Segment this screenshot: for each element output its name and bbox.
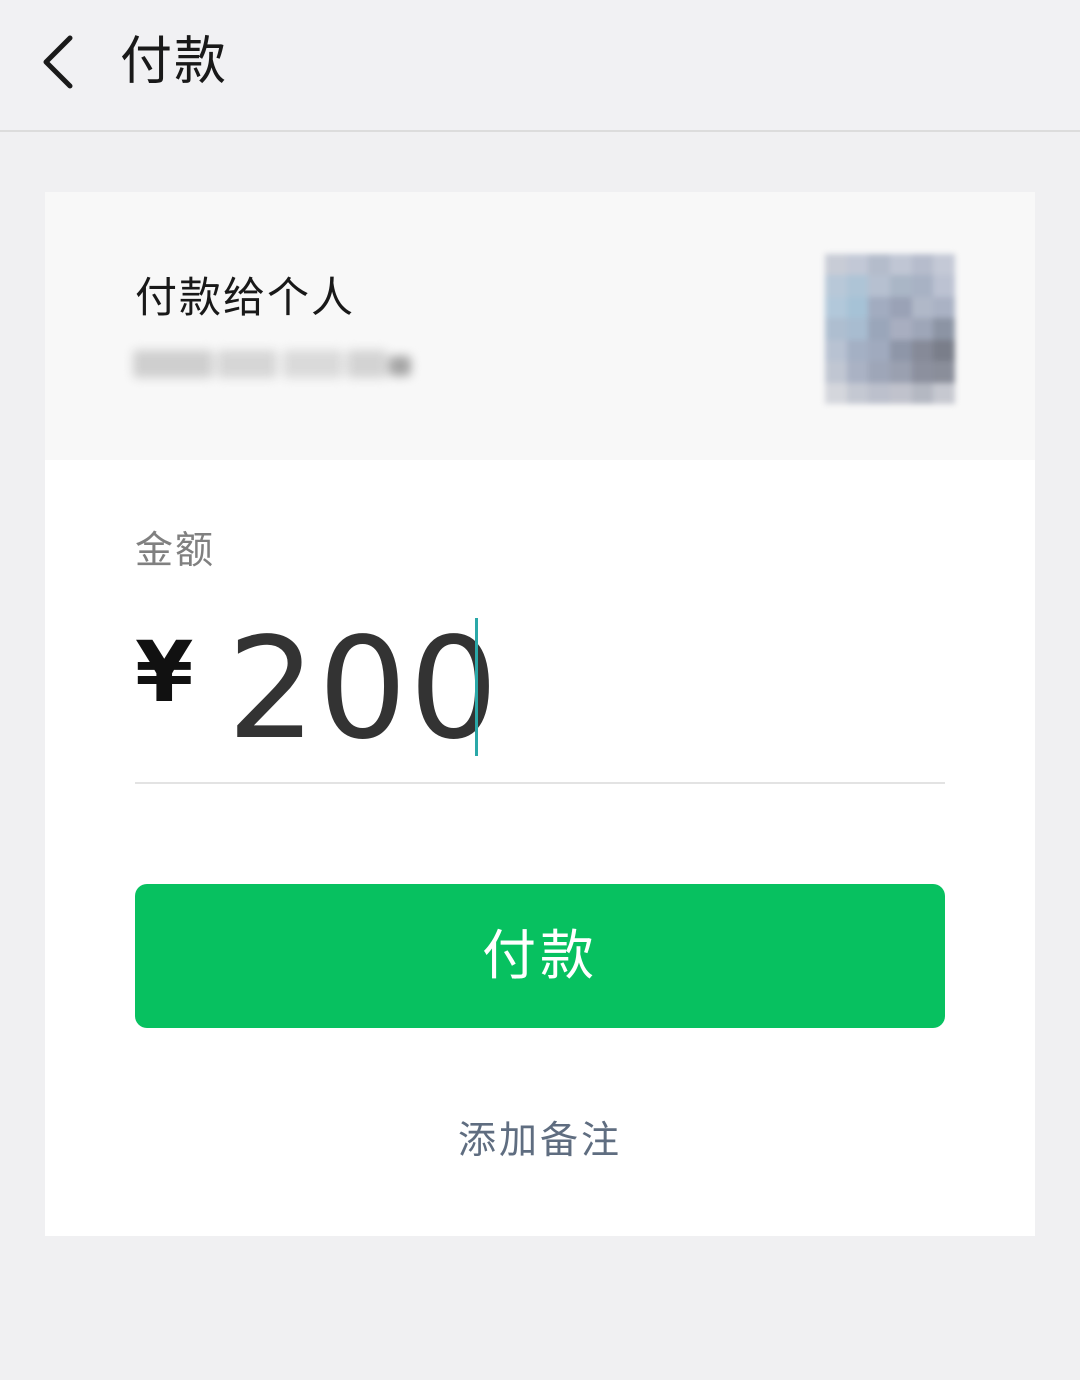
payment-card: 付款给个人 金额 ¥ 200 付款 添加备注 <box>45 192 1035 1236</box>
amount-value[interactable]: 200 <box>227 610 500 770</box>
payment-page: 付款 付款给个人 金额 ¥ 200 付款 添加备注 <box>0 0 1080 1380</box>
currency-symbol: ¥ <box>135 623 194 721</box>
amount-input[interactable]: ¥ 200 <box>135 610 945 770</box>
text-caret <box>475 618 478 756</box>
payee-title: 付款给个人 <box>135 273 356 322</box>
payee-info: 付款给个人 <box>45 192 1035 460</box>
top-navigation-bar: 付款 <box>0 0 1080 132</box>
payee-avatar <box>825 254 955 404</box>
pay-button[interactable]: 付款 <box>135 884 945 1028</box>
amount-divider <box>135 782 945 784</box>
page-title: 付款 <box>120 32 229 92</box>
add-remark-link[interactable]: 添加备注 <box>45 1112 1035 1168</box>
amount-label: 金额 <box>135 528 216 572</box>
back-button[interactable] <box>30 26 94 98</box>
payee-name-obscured <box>133 342 433 386</box>
chevron-left-icon <box>43 35 73 89</box>
